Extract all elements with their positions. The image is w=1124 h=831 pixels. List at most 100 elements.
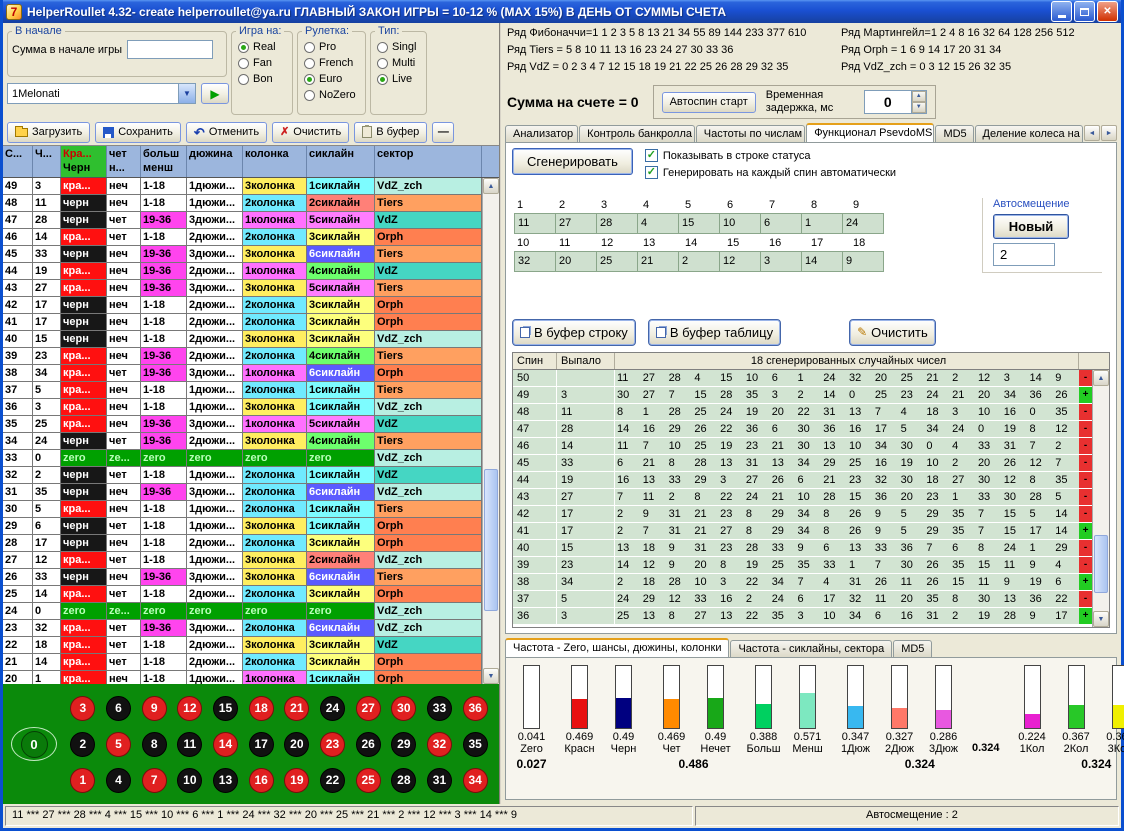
title-bar[interactable]: 7 HelperRoullet 4.32- create helperroull… <box>3 0 1121 23</box>
tab-5[interactable]: MD5 <box>935 125 973 142</box>
button-collapse[interactable]: — <box>432 122 454 143</box>
board-number[interactable]: 22 <box>320 768 345 793</box>
radio-option-singl[interactable]: Singl <box>377 41 426 53</box>
profile-combobox[interactable]: 1Melonati ▼ <box>7 83 196 104</box>
radio-option-real[interactable]: Real <box>238 41 292 53</box>
board-number[interactable]: 31 <box>427 768 452 793</box>
board-number[interactable]: 24 <box>320 696 345 721</box>
scroll-up-icon[interactable]: ▲ <box>1093 370 1109 386</box>
board-number[interactable]: 30 <box>391 696 416 721</box>
board-number[interactable]: 18 <box>249 696 274 721</box>
board-number[interactable]: 34 <box>463 768 488 793</box>
board-number[interactable]: 13 <box>213 768 238 793</box>
board-number[interactable]: 9 <box>142 696 167 721</box>
board-number[interactable]: 7 <box>142 768 167 793</box>
radio-option-french[interactable]: French <box>304 57 365 69</box>
radio-option-bon[interactable]: Bon <box>238 73 292 85</box>
button-clearx[interactable]: ✗Очистить <box>272 122 349 143</box>
board-number[interactable]: 14 <box>213 732 238 757</box>
radio-option-pro[interactable]: Pro <box>304 41 365 53</box>
scroll-track[interactable] <box>1093 386 1109 611</box>
gen-number: 18 <box>641 574 667 590</box>
freq-tab-2[interactable]: Частота - сиклайны, сектора <box>730 640 892 657</box>
board-number[interactable]: 4 <box>106 768 131 793</box>
board-number[interactable]: 8 <box>142 732 167 757</box>
cell-sixline: 6сиклайн <box>307 569 375 585</box>
board-number[interactable]: 11 <box>177 732 202 757</box>
tab-1[interactable]: Анализатор <box>505 125 578 142</box>
generate-button[interactable]: Сгенерировать <box>512 148 633 175</box>
scroll-down-icon[interactable]: ▼ <box>483 668 499 684</box>
chevron-down-icon[interactable]: ▼ <box>178 84 195 103</box>
gen-number: 22 <box>744 608 770 624</box>
button-clip[interactable]: В буфер <box>354 122 427 143</box>
tab-4[interactable]: Функционал PsevdoMS <box>806 123 934 143</box>
board-zero[interactable]: 0 <box>21 731 48 758</box>
tab-scroll-right-icon[interactable]: ► <box>1101 125 1117 141</box>
button-folder[interactable]: Загрузить <box>7 122 90 143</box>
button-undo[interactable]: ↶Отменить <box>186 122 267 143</box>
tab-6[interactable]: Деление колеса на <box>975 125 1083 142</box>
checkbox-option[interactable]: ✓Показывать в строке статуса <box>645 149 896 162</box>
autoshift-input[interactable] <box>993 243 1055 266</box>
close-button[interactable]: ✕ <box>1097 1 1118 22</box>
gen-number: 29 <box>692 472 718 488</box>
spinner-up-icon[interactable]: ▲ <box>912 91 926 102</box>
board-number[interactable]: 29 <box>391 732 416 757</box>
scroll-down-icon[interactable]: ▼ <box>1093 611 1109 627</box>
board-number[interactable]: 3 <box>70 696 95 721</box>
minimize-button[interactable] <box>1051 1 1072 22</box>
delay-spinner[interactable]: 0 ▲ ▼ <box>864 90 927 114</box>
clear-generated-button[interactable]: ✎Очистить <box>849 319 936 346</box>
board-number[interactable]: 16 <box>249 768 274 793</box>
board-number[interactable]: 12 <box>177 696 202 721</box>
board-number[interactable]: 23 <box>320 732 345 757</box>
copy-row-button[interactable]: В буфер строку <box>512 319 636 346</box>
board-number[interactable]: 26 <box>356 732 381 757</box>
board-number[interactable]: 6 <box>106 696 131 721</box>
play-button[interactable]: ▶ <box>201 83 229 104</box>
autospin-button[interactable]: Автоспин старт <box>662 92 756 113</box>
board-number[interactable]: 5 <box>106 732 131 757</box>
scroll-thumb[interactable] <box>1094 535 1108 594</box>
button-disk[interactable]: Сохранить <box>95 122 181 143</box>
scroll-track[interactable] <box>483 194 499 668</box>
checkbox-option[interactable]: ✓Генерировать на каждый спин автоматичес… <box>645 166 896 179</box>
roulette-board: 0 36912151821242730333625811141720232629… <box>3 684 499 804</box>
board-number[interactable]: 17 <box>249 732 274 757</box>
start-sum-input[interactable] <box>127 40 213 59</box>
board-number[interactable]: 20 <box>284 732 309 757</box>
freq-tab-3[interactable]: MD5 <box>893 640 932 657</box>
copy-table-button[interactable]: В буфер таблицу <box>648 319 781 346</box>
board-number[interactable]: 36 <box>463 696 488 721</box>
board-number[interactable]: 25 <box>356 768 381 793</box>
restore-button[interactable] <box>1074 1 1095 22</box>
board-number[interactable]: 35 <box>463 732 488 757</box>
board-number[interactable]: 32 <box>427 732 452 757</box>
scroll-up-icon[interactable]: ▲ <box>483 178 499 194</box>
radio-option-fan[interactable]: Fan <box>238 57 292 69</box>
freq-tab-1[interactable]: Частота - Zero, шансы, дюжины, колонки <box>505 638 729 658</box>
board-number[interactable]: 28 <box>391 768 416 793</box>
radio-option-live[interactable]: Live <box>377 73 426 85</box>
new-button[interactable]: Новый <box>993 214 1069 239</box>
tab-3[interactable]: Частоты по числам <box>696 125 805 142</box>
tab-scroll-left-icon[interactable]: ◄ <box>1084 125 1100 141</box>
spinner-down-icon[interactable]: ▼ <box>912 102 926 113</box>
board-number[interactable]: 33 <box>427 696 452 721</box>
board-number[interactable]: 10 <box>177 768 202 793</box>
tab-2[interactable]: Контроль банкролла <box>579 125 695 142</box>
button-label: Сохранить <box>118 126 173 138</box>
radio-option-euro[interactable]: Euro <box>304 73 365 85</box>
generated-table-scrollbar[interactable]: ▲ ▼ <box>1092 370 1109 627</box>
spins-table-scrollbar[interactable]: ▲ ▼ <box>482 178 499 684</box>
board-number[interactable]: 27 <box>356 696 381 721</box>
radio-option-nozero[interactable]: NoZero <box>304 89 365 101</box>
board-number[interactable]: 1 <box>70 768 95 793</box>
scroll-thumb[interactable] <box>484 469 498 611</box>
board-number[interactable]: 19 <box>284 768 309 793</box>
radio-option-multi[interactable]: Multi <box>377 57 426 69</box>
board-number[interactable]: 21 <box>284 696 309 721</box>
board-number[interactable]: 2 <box>70 732 95 757</box>
board-number[interactable]: 15 <box>213 696 238 721</box>
